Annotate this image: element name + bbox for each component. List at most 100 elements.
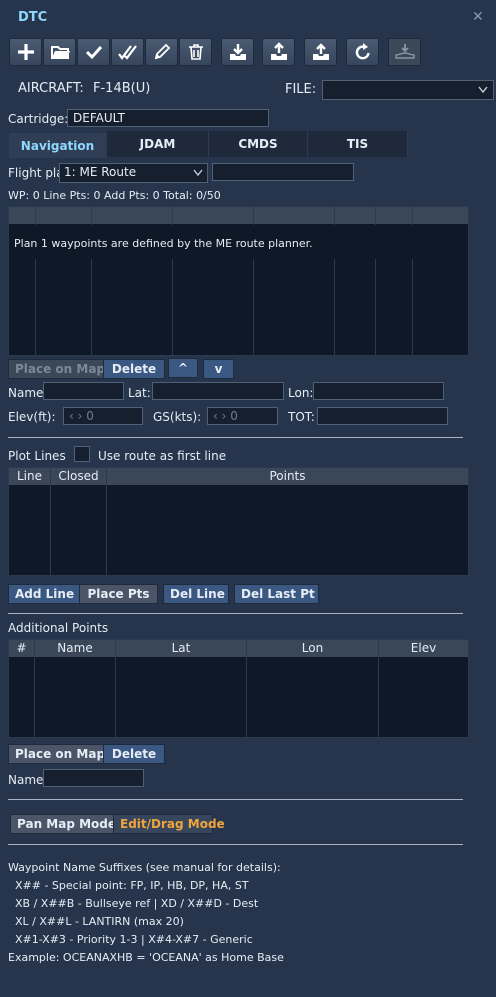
wp-gs-label: GS(kts): [153, 410, 202, 424]
upload-icon [312, 43, 329, 60]
delete-button[interactable] [179, 38, 212, 66]
tab-tis[interactable]: TIS [308, 131, 408, 157]
flight-plan-select[interactable]: 1: ME Route [59, 163, 208, 183]
grid-divider [50, 468, 51, 575]
use-route-label: Use route as first line [98, 449, 227, 463]
move-down-button[interactable]: v [203, 359, 234, 379]
divider [8, 613, 463, 614]
divider [8, 799, 463, 800]
check-icon [85, 45, 102, 60]
flight-plan-label: Flight pla [8, 166, 64, 180]
file-select[interactable] [322, 80, 494, 100]
additional-points-grid[interactable]: # Name Lat Lon Elev [8, 639, 469, 738]
add-name-label: Name: [8, 773, 48, 787]
upload-2-button[interactable] [304, 38, 337, 66]
del-line-button[interactable]: Del Line [163, 584, 229, 604]
aircraft-label: AIRCRAFT: [18, 81, 84, 96]
wp-gs-field[interactable]: ‹ › 0 [207, 407, 278, 425]
plot-lines-grid[interactable]: Line Closed Points [8, 467, 469, 576]
wp-lon-field[interactable] [313, 382, 444, 400]
cartridge-field[interactable]: DEFAULT [67, 109, 269, 127]
wp-tot-label: TOT: [288, 410, 315, 424]
spinner-arrows-icon: ‹ › [213, 409, 231, 423]
chevron-down-icon [478, 86, 488, 94]
folder-icon [50, 46, 70, 59]
upload-button[interactable] [262, 38, 295, 66]
move-up-button[interactable]: ^ [168, 358, 198, 378]
suffix-note-line: XB / X##B - Bullseye ref | XD / X##D - D… [15, 897, 259, 910]
col-lat: Lat [116, 640, 247, 656]
flight-plan-name-field[interactable] [212, 163, 354, 181]
add-name-field[interactable] [43, 769, 144, 787]
divider [8, 437, 463, 438]
tab-jdam[interactable]: JDAM [107, 131, 209, 157]
divider [8, 844, 463, 845]
cartridge-label: Cartridge: [8, 112, 69, 126]
col-index: # [9, 640, 35, 656]
download-icon [229, 44, 246, 60]
open-button[interactable] [43, 38, 76, 66]
col-name: Name [35, 640, 116, 656]
grid-divider [246, 640, 247, 737]
wp-tot-field[interactable] [317, 407, 448, 425]
add-place-on-map-button[interactable]: Place on Map [8, 744, 106, 764]
reset-button[interactable] [346, 38, 379, 66]
pan-map-mode-button[interactable]: Pan Map Mode [10, 814, 118, 834]
window-title: DTC [18, 10, 48, 25]
add-line-button[interactable]: Add Line [8, 584, 80, 604]
grid-divider [378, 640, 379, 737]
col-points: Points [269, 469, 306, 483]
wp-name-field[interactable] [43, 382, 124, 400]
flight-plan-selected: 1: ME Route [64, 165, 137, 179]
wp-elev-label: Elev(ft): [8, 410, 56, 424]
apply-all-button[interactable] [111, 38, 144, 66]
plus-icon [17, 44, 34, 60]
waypoints-grid[interactable]: Plan 1 waypoints are defined by the ME r… [8, 206, 469, 356]
suffix-example: Example: OCEANAXHB = 'OCEANA' as Home Ba… [8, 951, 284, 964]
plot-lines-label: Plot Lines [8, 449, 66, 463]
add-delete-button[interactable]: Delete [103, 744, 165, 764]
waypoints-message: Plan 1 waypoints are defined by the ME r… [14, 237, 313, 250]
suffix-notes-header: Waypoint Name Suffixes (see manual for d… [8, 861, 281, 874]
suffix-note-line: XL / X##L - LANTIRN (max 20) [15, 915, 184, 928]
wp-lat-field[interactable] [152, 382, 284, 400]
col-line: Line [9, 468, 51, 484]
add-button[interactable] [9, 38, 42, 66]
aircraft-load-icon [394, 44, 415, 59]
grid-divider [106, 468, 107, 575]
wp-elev-value: 0 [86, 409, 94, 423]
wp-lat-label: Lat: [128, 386, 151, 400]
wp-gs-value: 0 [230, 409, 238, 423]
file-label: FILE: [285, 82, 317, 97]
apply-button[interactable] [77, 38, 110, 66]
tab-cmds[interactable]: CMDS [209, 131, 308, 157]
trash-icon [188, 44, 203, 60]
download-button[interactable] [221, 38, 254, 66]
double-check-icon [117, 45, 137, 60]
load-to-jet-button[interactable] [388, 38, 421, 66]
pencil-icon [154, 43, 170, 60]
del-last-pt-button[interactable]: Del Last Pt [234, 584, 319, 604]
col-lon: Lon [247, 640, 379, 656]
wp-name-label: Name: [8, 386, 48, 400]
col-closed: Closed [51, 468, 107, 484]
refresh-icon [355, 43, 370, 60]
suffix-note-line: X#1-X#3 - Priority 1-3 | X#4-X#7 - Gener… [15, 933, 253, 946]
close-icon[interactable]: ✕ [472, 9, 484, 25]
title-bar [0, 0, 496, 34]
col-elev: Elev [410, 641, 437, 655]
use-route-checkbox[interactable] [74, 446, 90, 462]
delete-waypoint-button[interactable]: Delete [103, 359, 165, 379]
edit-button[interactable] [145, 38, 178, 66]
aircraft-value: F-14B(U) [93, 81, 151, 96]
wp-elev-field[interactable]: ‹ › 0 [63, 407, 143, 425]
additional-points-label: Additional Points [8, 621, 109, 635]
place-pts-button[interactable]: Place Pts [79, 584, 158, 604]
suffix-note-line: X## - Special point: FP, IP, HB, DP, HA,… [15, 879, 249, 892]
place-on-map-button[interactable]: Place on Map [8, 359, 105, 379]
tab-navigation[interactable]: Navigation [9, 133, 107, 158]
chevron-down-icon [193, 169, 203, 177]
counts-status: WP: 0 Line Pts: 0 Add Pts: 0 Total: 0/50 [8, 189, 221, 202]
edit-drag-mode-button[interactable]: Edit/Drag Mode [113, 814, 225, 834]
upload-icon [270, 42, 287, 60]
